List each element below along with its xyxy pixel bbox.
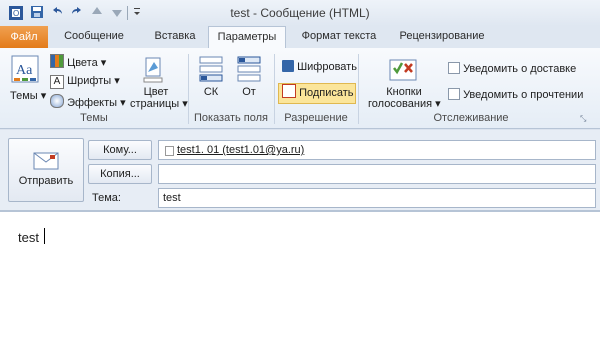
- tab-file[interactable]: Файл: [0, 26, 48, 48]
- effects-icon: [50, 94, 64, 108]
- body-text: test: [18, 230, 39, 245]
- chevron-down-icon: ▾: [435, 98, 441, 110]
- lock-icon: [282, 60, 294, 72]
- sign-button[interactable]: Подписать: [278, 83, 356, 104]
- encrypt-label: Шифровать: [297, 61, 357, 73]
- svg-text:O: O: [13, 9, 19, 18]
- to-button[interactable]: Кому...: [88, 140, 152, 160]
- read-label: Уведомить о прочтении: [463, 89, 584, 101]
- tab-insert[interactable]: Вставка: [140, 26, 210, 47]
- voting-label-2-text: голосования: [368, 98, 433, 110]
- delivery-receipt-checkbox[interactable]: Уведомить о доставке: [448, 62, 576, 75]
- chevron-down-icon: ▾: [100, 57, 107, 69]
- subject-value: test: [163, 192, 181, 204]
- to-recipient[interactable]: test1. 01 (test1.01@ya.ru): [177, 144, 304, 156]
- save-icon[interactable]: [30, 5, 44, 19]
- page-color-label-2-text: страницы: [130, 98, 180, 110]
- chevron-down-icon: ▾: [182, 98, 188, 110]
- themes-label: Темы: [10, 90, 38, 102]
- outlook-app-icon[interactable]: O: [8, 5, 23, 20]
- send-button[interactable]: Отправить: [8, 138, 84, 202]
- themes-icon[interactable]: Aa: [10, 54, 40, 86]
- tab-review[interactable]: Рецензирование: [392, 26, 492, 47]
- voting-label-1: Кнопки: [386, 86, 422, 98]
- delivery-label: Уведомить о доставке: [463, 63, 577, 75]
- voting-buttons-button[interactable]: Кнопки голосования ▾: [368, 86, 441, 110]
- colors-label: Цвета: [67, 57, 98, 69]
- svg-text:Aa: Aa: [16, 63, 33, 78]
- from-button[interactable]: От: [236, 86, 262, 98]
- qa-separator: [127, 6, 128, 20]
- tab-format-text[interactable]: Формат текста: [290, 26, 388, 47]
- tab-options[interactable]: Параметры: [208, 26, 286, 49]
- group-label-tracking: Отслеживание: [433, 112, 509, 124]
- themes-button[interactable]: Темы ▾: [10, 89, 46, 102]
- cc-button[interactable]: Копия...: [88, 164, 152, 184]
- fonts-button[interactable]: A Шрифты ▾: [50, 74, 120, 89]
- up-arrow-icon[interactable]: [90, 5, 104, 19]
- bcc-icon[interactable]: [198, 54, 224, 84]
- certificate-icon: [282, 84, 296, 98]
- to-field[interactable]: test1. 01 (test1.01@ya.ru): [158, 140, 596, 160]
- chevron-down-icon: ▾: [120, 97, 126, 109]
- sign-label: Подписать: [299, 87, 354, 99]
- chevron-down-icon: ▾: [40, 90, 47, 102]
- group-label-themes: Темы: [80, 112, 108, 124]
- tab-message[interactable]: Сообщение: [56, 26, 132, 47]
- checkbox-icon: [448, 88, 460, 100]
- contact-icon: [165, 146, 174, 156]
- text-cursor: [44, 228, 45, 244]
- group-label-show-fields: Показать поля: [193, 112, 269, 124]
- voting-label-2: голосования ▾: [368, 98, 441, 110]
- redo-icon[interactable]: [70, 5, 84, 19]
- customize-icon[interactable]: [132, 5, 146, 19]
- undo-icon[interactable]: [50, 5, 64, 19]
- page-color-button[interactable]: Цвет страницы ▾: [130, 86, 188, 110]
- fonts-label: Шрифты: [67, 75, 112, 87]
- voting-buttons-icon[interactable]: [386, 54, 420, 84]
- checkbox-icon: [448, 62, 460, 74]
- colors-icon: [50, 54, 64, 68]
- colors-button[interactable]: Цвета ▾: [50, 54, 106, 69]
- from-icon[interactable]: [236, 54, 262, 84]
- page-color-label-2: страницы ▾: [130, 98, 188, 110]
- down-arrow-icon[interactable]: [110, 5, 124, 19]
- cc-field[interactable]: [158, 164, 596, 184]
- message-body[interactable]: test: [0, 211, 600, 354]
- group-label-permission: Разрешение: [284, 112, 348, 124]
- subject-field[interactable]: test: [158, 188, 596, 208]
- page-color-icon[interactable]: [138, 54, 168, 84]
- page-color-label-1: Цвет: [143, 86, 169, 98]
- send-label: Отправить: [18, 175, 74, 187]
- chevron-down-icon: ▾: [114, 75, 120, 87]
- effects-label: Эффекты: [67, 97, 118, 109]
- dialog-launcher-icon[interactable]: ⤡: [580, 114, 590, 124]
- bcc-button[interactable]: СК: [198, 86, 224, 98]
- fonts-icon: A: [50, 75, 64, 89]
- effects-button[interactable]: Эффекты ▾: [50, 94, 126, 109]
- encrypt-button[interactable]: Шифровать: [282, 60, 357, 73]
- send-icon: [32, 151, 60, 171]
- read-receipt-checkbox[interactable]: Уведомить о прочтении: [448, 88, 583, 101]
- subject-label: Тема:: [92, 192, 121, 204]
